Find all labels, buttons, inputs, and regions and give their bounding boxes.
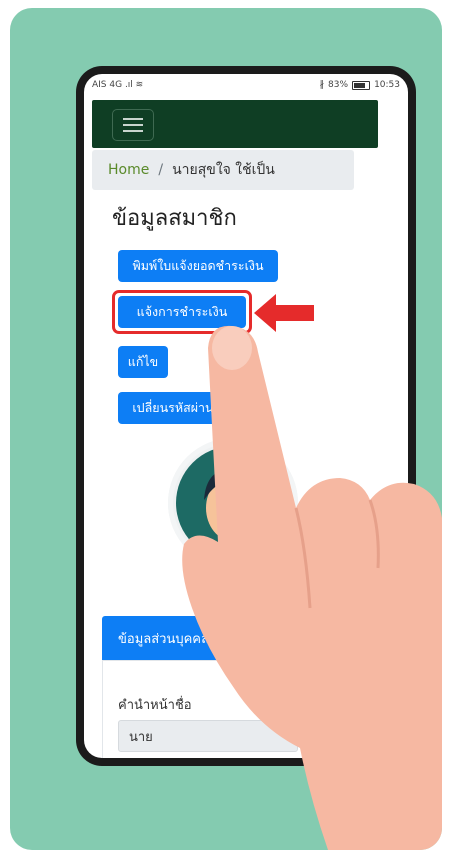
- prefix-field[interactable]: นาย: [118, 720, 298, 752]
- edit-button[interactable]: แก้ไข: [118, 346, 168, 378]
- menu-bar: [123, 118, 143, 120]
- hamburger-menu-icon[interactable]: [112, 109, 154, 141]
- breadcrumb-home-link[interactable]: Home: [108, 162, 149, 178]
- personal-info-header: ข้อมูลส่วนบุคคล: [102, 616, 302, 660]
- change-password-button[interactable]: เปลี่ยนรหัสผ่าน: [118, 392, 228, 424]
- battery-percent: 83%: [328, 80, 349, 90]
- menu-bar: [123, 130, 143, 132]
- carrier-signal: AIS 4G .ıl ≋: [92, 80, 144, 90]
- status-left: AIS 4G .ıl ≋: [92, 80, 143, 90]
- red-arrow-left-icon: [254, 294, 314, 332]
- menu-bar: [123, 124, 143, 126]
- prefix-label: คำนำหน้าชื่อ: [118, 698, 192, 713]
- top-navbar: [92, 100, 378, 148]
- avatar-circle: [176, 446, 290, 560]
- phone-screen: AIS 4G .ıl ≋ ∦ 83% 10:53 Home / นายสุขใจ…: [84, 74, 408, 758]
- avatar-face: [202, 468, 262, 560]
- breadcrumb-current: นายสุขใจ ใช้เป็น: [172, 162, 275, 178]
- breadcrumb: Home / นายสุขใจ ใช้เป็น: [92, 150, 354, 190]
- user-avatar-illustration: [168, 438, 298, 568]
- clock: 10:53: [374, 80, 400, 90]
- background-card: AIS 4G .ıl ≋ ∦ 83% 10:53 Home / นายสุขใจ…: [10, 8, 442, 850]
- status-bar: AIS 4G .ıl ≋ ∦ 83% 10:53: [84, 74, 408, 96]
- notify-payment-button[interactable]: แจ้งการชำระเงิน: [118, 296, 246, 328]
- battery-icon: [352, 80, 371, 90]
- print-invoice-button[interactable]: พิมพ์ใบแจ้งยอดชำระเงิน: [118, 250, 278, 282]
- page-title: ข้อมูลสมาชิก: [112, 206, 237, 231]
- phone-frame: AIS 4G .ıl ≋ ∦ 83% 10:53 Home / นายสุขใจ…: [76, 66, 416, 766]
- bluetooth-icon: ∦: [319, 80, 325, 90]
- breadcrumb-separator: /: [158, 162, 164, 178]
- status-right: ∦ 83% 10:53: [320, 80, 400, 90]
